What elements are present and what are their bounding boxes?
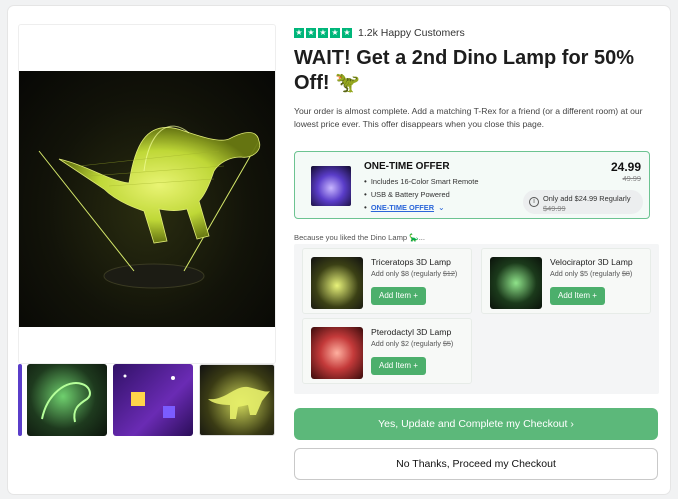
offer-title: ONE-TIME OFFER — [364, 161, 450, 172]
thumbnail-1[interactable] — [27, 364, 107, 436]
rec-price-note: Add only $8 (regularly $12) — [371, 269, 458, 278]
dino-thumbnail-yellow-icon — [208, 386, 270, 419]
star-icon: ★ — [342, 28, 352, 38]
chevron-down-icon[interactable]: ⌄ — [438, 201, 445, 214]
pterodactyl-lamp-image — [311, 327, 363, 379]
dino-lamp-illustration — [38, 125, 261, 289]
intro-text: Your order is almost complete. Add a mat… — [294, 106, 643, 129]
star-icon: ★ — [318, 28, 328, 38]
rec-title: Triceratops 3D Lamp — [371, 257, 451, 267]
add-triceratops-button[interactable]: Add Item + — [371, 287, 426, 305]
accept-offer-button[interactable]: Yes, Update and Complete my Checkout › — [294, 408, 658, 440]
add-pterodactyl-button[interactable]: Add Item + — [371, 357, 426, 375]
dino-lamp-photo — [19, 71, 275, 327]
triceratops-lamp-image — [311, 257, 363, 309]
velociraptor-lamp-image — [490, 257, 542, 309]
star-icon: ★ — [294, 28, 304, 38]
dino-thumbnail-green-icon — [41, 382, 91, 423]
offer-price: 24.99 — [610, 160, 641, 174]
offer-product-image — [311, 166, 351, 206]
page-title: WAIT! Get a 2nd Dino Lamp for 50% Off! 🦖 — [294, 47, 635, 94]
recommendations-grid: Triceratops 3D Lamp Add only $8 (regular… — [294, 244, 659, 394]
offer-panel: ★ ★ ★ ★ ★ 1.2k Happy Customers WAIT! Get… — [294, 6, 670, 494]
bullet-icon: • — [364, 177, 367, 186]
rec-price-note: Add only $2 (regularly $5) — [371, 339, 454, 348]
offer-feature-list: • Includes 16-Color Smart Remote • USB & B… — [364, 175, 478, 215]
offer-feature-item: • USB & Battery Powered — [364, 188, 478, 201]
thumbnail-0[interactable] — [18, 364, 22, 436]
bullet-icon: • — [364, 190, 367, 200]
star-icon: ★ — [330, 28, 340, 38]
offer-feature-item: • ONE-TIME OFFER ⌄ — [364, 201, 478, 214]
rec-title: Pterodactyl 3D Lamp — [371, 327, 452, 337]
bullet-icon: • — [364, 203, 367, 213]
product-main-image[interactable] — [18, 24, 276, 364]
recommendation-card: Velociraptor 3D Lamp Add only $5 (regula… — [481, 248, 651, 314]
rating-text: 1.2k Happy Customers — [358, 27, 465, 39]
recommendation-card: Triceratops 3D Lamp Add only $8 (regular… — [302, 248, 472, 314]
thumbnail-3[interactable] — [199, 364, 275, 436]
add-velociraptor-button[interactable]: Add Item + — [550, 287, 605, 305]
one-time-offer-card: ONE-TIME OFFER • Includes 16-Color Smart … — [294, 151, 650, 219]
thumbnail-2[interactable] — [113, 364, 193, 436]
decline-offer-button[interactable]: No Thanks, Proceed my Checkout — [294, 448, 658, 480]
star-icon: ★ — [306, 28, 316, 38]
rec-title: Velociraptor 3D Lamp — [550, 257, 633, 267]
thumbnail-strip — [18, 364, 276, 438]
offer-savings-note: i Only add $24.99 Regularly $49.99 — [523, 190, 643, 214]
info-icon[interactable]: i — [529, 197, 539, 207]
trust-rating: ★ ★ ★ ★ ★ 1.2k Happy Customers — [294, 26, 465, 40]
upsell-modal: ★ ★ ★ ★ ★ 1.2k Happy Customers WAIT! Get… — [8, 6, 670, 494]
offer-compare-price: 49.99 — [622, 174, 642, 183]
recommendation-card: Pterodactyl 3D Lamp Add only $2 (regular… — [302, 318, 472, 384]
offer-details-link[interactable]: ONE-TIME OFFER — [371, 201, 434, 214]
recommendations-label: Because you liked the Dino Lamp 🦕... — [294, 233, 426, 242]
offer-feature-item: • Includes 16-Color Smart Remote — [364, 175, 478, 188]
rec-price-note: Add only $5 (regularly $8) — [550, 269, 633, 278]
pattern-thumbnail-icon — [123, 374, 175, 418]
